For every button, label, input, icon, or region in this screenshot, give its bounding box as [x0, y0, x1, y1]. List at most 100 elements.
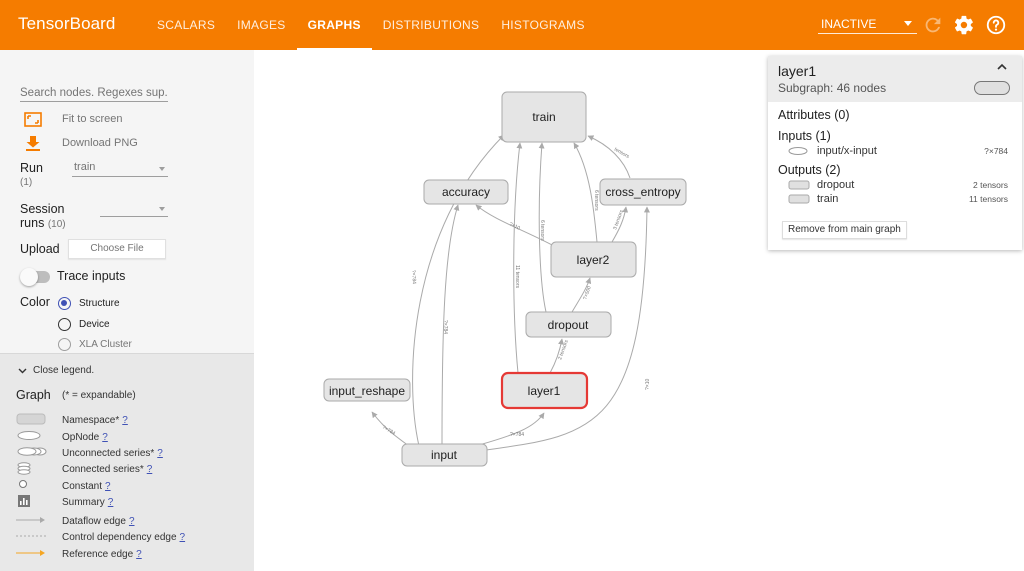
edge-label: ?×784	[381, 425, 396, 437]
run-dropdown[interactable]: train	[72, 161, 168, 177]
connected-series-icon	[17, 462, 31, 475]
settings-gear-icon[interactable]	[953, 14, 975, 36]
remove-from-main-graph-button[interactable]: Remove from main graph	[782, 221, 907, 239]
legend-opnode-help[interactable]: ?	[102, 432, 108, 443]
summary-icon	[18, 495, 30, 507]
node-accuracy-label: accuracy	[442, 185, 490, 199]
legend-opnode: OpNode?	[0, 430, 254, 446]
legend-constant-help[interactable]: ?	[105, 481, 111, 492]
chevron-up-icon[interactable]	[996, 61, 1008, 73]
chevron-down-icon	[159, 167, 165, 171]
legend-constant-label: Constant	[62, 481, 103, 492]
node-cross-entropy-label: cross_entropy	[605, 185, 680, 199]
legend-unconnected-label: Unconnected series*	[62, 448, 155, 459]
info-inputs-title: Inputs (1)	[778, 129, 831, 143]
status-value: INACTIVE	[821, 17, 877, 31]
edge-label: tensors	[613, 147, 631, 161]
unconnected-series-icon	[17, 447, 47, 456]
info-title: layer1	[778, 63, 817, 79]
radio-device[interactable]	[58, 318, 71, 331]
opnode-icon	[788, 147, 808, 155]
refresh-icon[interactable]	[922, 14, 944, 36]
edge-label: 6 tensors	[593, 190, 599, 211]
toggle-knob[interactable]	[20, 268, 38, 286]
legend-namespace-help[interactable]: ?	[122, 415, 128, 426]
namespace-icon	[788, 194, 810, 204]
node-dropout[interactable]: dropout	[525, 311, 612, 338]
edge-layer1-train	[513, 142, 523, 374]
run-value: train	[74, 161, 96, 173]
node-input-label: input	[431, 448, 458, 462]
opnode-icon	[17, 431, 41, 440]
node-accuracy[interactable]: accuracy	[423, 179, 509, 205]
legend-connected-series: Connected series*?	[0, 462, 254, 478]
tab-distributions[interactable]: DISTRIBUTIONS	[372, 0, 491, 50]
node-train[interactable]: train	[501, 91, 587, 143]
download-icon	[26, 135, 40, 151]
namespace-icon	[788, 180, 810, 190]
info-output-row[interactable]: train 11 tensors	[768, 192, 1022, 206]
legend-unconnected-help[interactable]: ?	[157, 448, 163, 459]
node-layer2-label: layer2	[577, 253, 610, 267]
graph-legend: Close legend. Graph (* = expandable) Nam…	[0, 353, 254, 571]
info-output-size: 2 tensors	[973, 180, 1008, 190]
info-input-size: ?×784	[984, 146, 1008, 156]
legend-summary-help[interactable]: ?	[108, 497, 114, 508]
close-legend-button[interactable]: Close legend.	[18, 365, 94, 376]
search-nodes-input[interactable]	[20, 84, 168, 102]
legend-connected-help[interactable]: ?	[147, 464, 153, 475]
legend-graph-title: Graph	[16, 388, 51, 402]
info-output-name: dropout	[817, 179, 855, 191]
node-train-label: train	[532, 110, 555, 124]
info-output-size: 11 tensors	[968, 194, 1008, 204]
node-layer2[interactable]: layer2	[550, 241, 637, 278]
tab-graphs[interactable]: GRAPHS	[296, 0, 372, 50]
help-icon[interactable]	[985, 14, 1007, 36]
info-subtitle: Subgraph: 46 nodes	[778, 81, 887, 95]
fit-to-screen-button[interactable]: Fit to screen	[24, 110, 123, 128]
node-layer1-label: layer1	[528, 384, 561, 398]
node-info-card: layer1 Subgraph: 46 nodes Attributes (0)…	[768, 56, 1022, 250]
constant-icon	[19, 480, 27, 488]
edge-label: ?×784	[442, 320, 448, 334]
radio-structure[interactable]	[58, 297, 71, 310]
legend-control-edge: Control dependency edge?	[0, 530, 254, 546]
nav-tabs: SCALARS IMAGES GRAPHS DISTRIBUTIONS HIST…	[146, 0, 596, 50]
session-label-2: runs	[20, 216, 45, 230]
node-input-reshape[interactable]: input_reshape	[323, 378, 411, 402]
tab-histograms[interactable]: HISTOGRAMS	[490, 0, 595, 50]
legend-dataflow-edge: Dataflow edge?	[0, 514, 254, 530]
legend-namespace: Namespace*?	[0, 413, 254, 429]
tab-scalars[interactable]: SCALARS	[146, 0, 226, 50]
legend-control-help[interactable]: ?	[180, 532, 186, 543]
download-png-label: Download PNG	[62, 137, 138, 149]
info-card-header: layer1 Subgraph: 46 nodes	[768, 56, 1022, 102]
node-input[interactable]: input	[401, 443, 488, 467]
upload-label: Upload	[20, 242, 60, 256]
tab-images[interactable]: IMAGES	[226, 0, 296, 50]
session-label: Session	[20, 202, 65, 216]
trace-inputs-label: Trace inputs	[57, 269, 126, 283]
edge-label: ?×10	[645, 379, 651, 390]
node-layer1-selected[interactable]: layer1	[500, 371, 589, 410]
legend-connected-label: Connected series*	[62, 464, 144, 475]
namespace-icon	[16, 413, 46, 425]
legend-unconnected-series: Unconnected series*?	[0, 446, 254, 462]
legend-reference-edge: Reference edge?	[0, 547, 254, 563]
session-runs-dropdown[interactable]	[100, 201, 168, 217]
choose-file-button[interactable]: Choose File	[68, 239, 166, 259]
legend-reference-help[interactable]: ?	[136, 549, 142, 560]
download-png-button[interactable]: Download PNG	[24, 134, 138, 152]
info-output-row[interactable]: dropout 2 tensors	[768, 178, 1022, 192]
node-dropout-label: dropout	[548, 318, 589, 332]
plugin-status-dropdown[interactable]: INACTIVE	[818, 12, 917, 34]
session-runs-label-2: runs (10)	[20, 216, 66, 230]
edge-label: 11 tensors	[514, 265, 520, 288]
chevron-down-icon	[904, 21, 912, 26]
legend-opnode-label: OpNode	[62, 432, 100, 443]
node-cross-entropy[interactable]: cross_entropy	[599, 178, 687, 206]
info-input-row[interactable]: input/x-input ?×784	[768, 144, 1022, 158]
edge-label: ?×784	[410, 270, 417, 285]
session-count: (10)	[47, 219, 66, 230]
legend-dataflow-help[interactable]: ?	[129, 516, 135, 527]
